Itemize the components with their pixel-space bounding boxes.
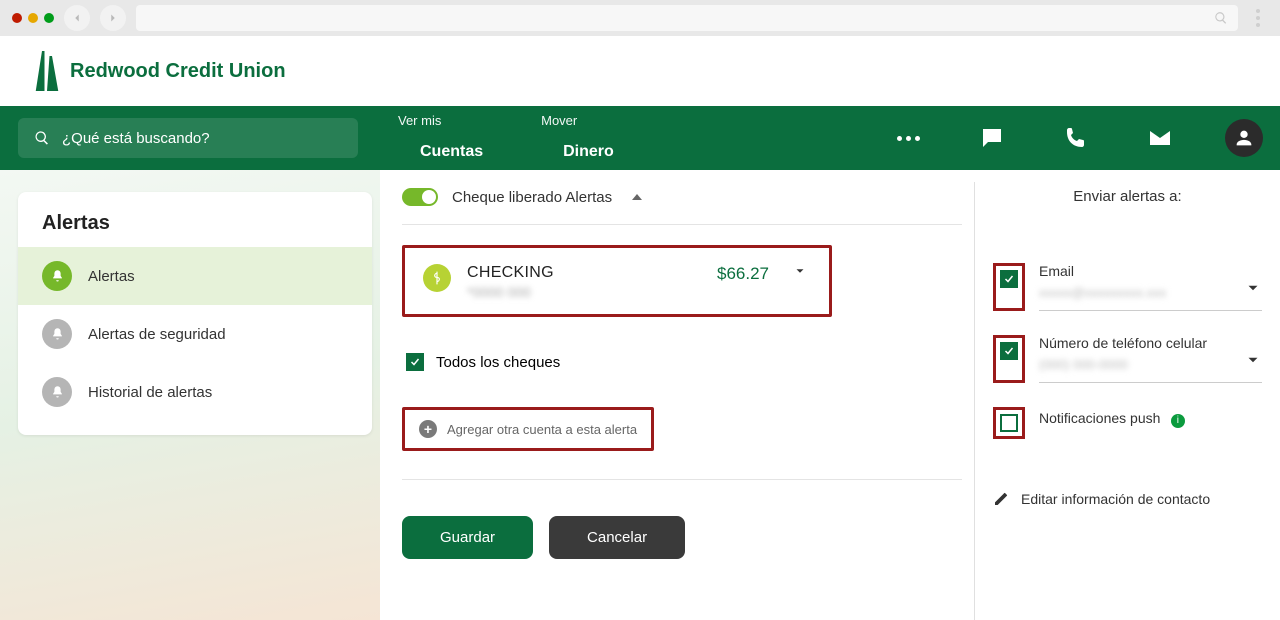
- destination-push: Notificaciones push i: [993, 395, 1262, 451]
- mail-button[interactable]: [1138, 116, 1182, 160]
- add-account-label: Agregar otra cuenta a esta alerta: [447, 422, 637, 437]
- sidebar: Alertas Alertas Alertas de seguridad His…: [0, 170, 380, 620]
- maximize-dot-icon[interactable]: [44, 13, 54, 23]
- edit-contact-label: Editar información de contacto: [1021, 491, 1210, 507]
- all-checks-label: Todos los cheques: [436, 354, 560, 371]
- bell-icon: [42, 377, 72, 407]
- phone-value: (000) 000-0000: [1039, 357, 1128, 372]
- sidebar-item-label: Alertas: [88, 268, 135, 285]
- account-balance: $66.27: [717, 264, 769, 284]
- email-label: Email: [1039, 263, 1262, 279]
- chevron-down-icon: [793, 264, 811, 283]
- back-button[interactable]: [64, 5, 90, 31]
- chevron-down-icon: [1244, 351, 1262, 374]
- email-checkbox[interactable]: [993, 263, 1025, 311]
- alert-toggle-label: Cheque liberado Alertas: [452, 189, 612, 206]
- chat-icon: [980, 126, 1004, 150]
- forward-button[interactable]: [100, 5, 126, 31]
- dollar-icon: [423, 264, 451, 292]
- browser-chrome: [0, 0, 1280, 36]
- phone-dropdown[interactable]: Número de teléfono celular (000) 000-000…: [1039, 335, 1262, 383]
- chat-button[interactable]: [970, 116, 1014, 160]
- checkbox-icon: [1000, 270, 1018, 288]
- chevron-down-icon: [1244, 279, 1262, 302]
- browser-menu-icon[interactable]: [1248, 9, 1268, 27]
- more-menu-button[interactable]: [886, 116, 930, 160]
- search-icon: [34, 130, 50, 146]
- avatar-icon: [1225, 119, 1263, 157]
- redwood-tree-icon: [34, 51, 60, 91]
- brand-logo[interactable]: Redwood Credit Union: [34, 51, 286, 91]
- info-icon[interactable]: i: [1171, 414, 1185, 428]
- brand-name: Redwood Credit Union: [70, 60, 286, 83]
- pencil-icon: [993, 491, 1009, 507]
- alert-toggle[interactable]: [402, 188, 438, 206]
- phone-checkbox[interactable]: [993, 335, 1025, 383]
- collapse-icon[interactable]: [632, 194, 642, 200]
- sidebar-item-label: Alertas de seguridad: [88, 326, 226, 343]
- phone-icon: [1064, 126, 1088, 150]
- phone-button[interactable]: [1054, 116, 1098, 160]
- destination-phone: Número de teléfono celular (000) 000-000…: [993, 323, 1262, 395]
- alert-config-panel: Cheque liberado Alertas CHECKING *0000 0…: [402, 182, 966, 620]
- edit-contact-button[interactable]: Editar información de contacto: [993, 491, 1262, 507]
- close-dot-icon[interactable]: [12, 13, 22, 23]
- send-alerts-panel: Enviar alertas a: Email xxxxx@xxxxxxxxx.…: [974, 182, 1262, 620]
- mail-icon: [1148, 126, 1172, 150]
- email-dropdown[interactable]: Email xxxxx@xxxxxxxxx.xxx: [1039, 263, 1262, 311]
- site-search-input[interactable]: ¿Qué está buscando?: [18, 118, 358, 158]
- account-number-masked: *0000 000: [467, 284, 701, 300]
- profile-button[interactable]: [1222, 116, 1266, 160]
- bell-icon: [42, 319, 72, 349]
- checkbox-empty-icon: [1000, 414, 1018, 432]
- email-value: xxxxx@xxxxxxxxx.xxx: [1039, 285, 1166, 300]
- window-controls: [12, 13, 54, 23]
- checkbox-icon: [1000, 342, 1018, 360]
- phone-label: Número de teléfono celular: [1039, 335, 1262, 351]
- sidebar-item-alert-history[interactable]: Historial de alertas: [18, 363, 372, 421]
- url-bar[interactable]: [136, 5, 1238, 31]
- search-icon: [1214, 11, 1228, 25]
- save-button[interactable]: Guardar: [402, 516, 533, 559]
- minimize-dot-icon[interactable]: [28, 13, 38, 23]
- account-name: CHECKING: [467, 264, 701, 282]
- sidebar-title: Alertas: [18, 212, 372, 247]
- dots-icon: [897, 136, 920, 141]
- account-selector[interactable]: CHECKING *0000 000 $66.27: [402, 245, 832, 317]
- nav-accounts[interactable]: Ver mis Cuentas: [398, 113, 501, 163]
- search-placeholder: ¿Qué está buscando?: [62, 130, 210, 147]
- add-account-button[interactable]: + Agregar otra cuenta a esta alerta: [402, 407, 654, 451]
- push-label: Notificaciones push: [1039, 410, 1160, 426]
- sidebar-item-label: Historial de alertas: [88, 384, 212, 401]
- push-checkbox[interactable]: [993, 407, 1025, 439]
- checkbox-icon: [406, 353, 424, 371]
- site-header: ¿Qué está buscando? Ver mis Cuentas Move…: [0, 106, 1280, 170]
- destination-email: Email xxxxx@xxxxxxxxx.xxx: [993, 251, 1262, 323]
- send-alerts-title: Enviar alertas a:: [993, 188, 1262, 251]
- sidebar-item-alerts[interactable]: Alertas: [18, 247, 372, 305]
- nav-move-money[interactable]: Mover Dinero: [541, 113, 632, 163]
- logo-strip: Redwood Credit Union: [0, 36, 1280, 106]
- bell-icon: [42, 261, 72, 291]
- plus-icon: +: [419, 420, 437, 438]
- all-checks-checkbox[interactable]: Todos los cheques: [406, 353, 966, 371]
- sidebar-item-security-alerts[interactable]: Alertas de seguridad: [18, 305, 372, 363]
- cancel-button[interactable]: Cancelar: [549, 516, 685, 559]
